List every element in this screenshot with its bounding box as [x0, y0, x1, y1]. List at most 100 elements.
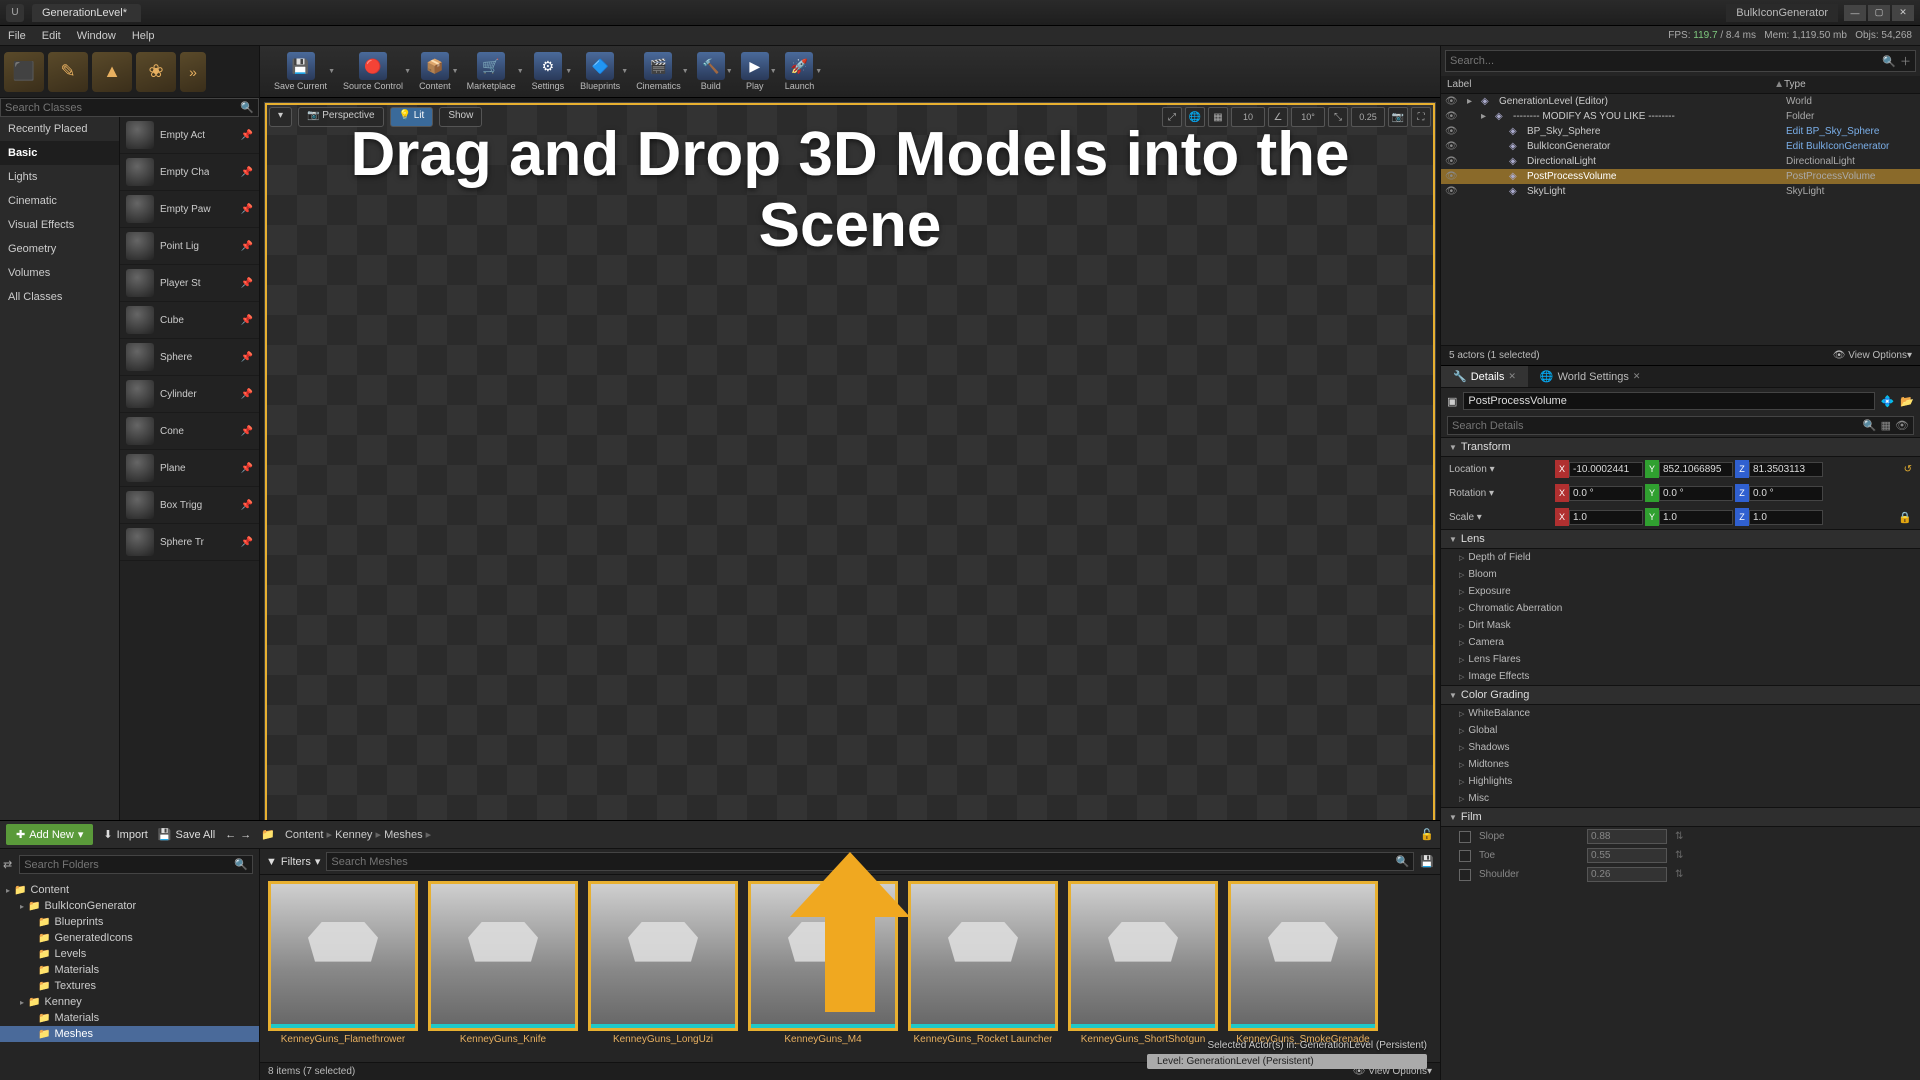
section-color-grading[interactable]: ▼Color Grading: [1441, 685, 1920, 705]
lens-sub-item[interactable]: ▷Image Effects: [1441, 668, 1920, 685]
folder-tree-item[interactable]: 📁 Textures: [0, 978, 259, 994]
visibility-icon[interactable]: 👁: [1445, 126, 1459, 137]
lens-sub-item[interactable]: ▷Exposure: [1441, 583, 1920, 600]
toolbar-save-current[interactable]: 💾Save Current▼: [268, 50, 333, 93]
folder-tree-item[interactable]: 📁 GeneratedIcons: [0, 930, 259, 946]
search-classes[interactable]: 🔍: [0, 98, 259, 117]
project-tab[interactable]: BulkIconGenerator: [1726, 4, 1838, 22]
menu-edit[interactable]: Edit: [42, 30, 61, 42]
visibility-icon[interactable]: 👁: [1445, 141, 1459, 152]
checkbox[interactable]: [1459, 850, 1471, 862]
search-assets-input[interactable]: [331, 856, 1395, 868]
checkbox[interactable]: [1459, 869, 1471, 881]
tab-details[interactable]: 🔧 Details ✕: [1441, 366, 1528, 387]
pin-icon[interactable]: 📌: [241, 537, 253, 548]
details-search[interactable]: 🔍 ▦ 👁: [1447, 416, 1914, 435]
search-folders[interactable]: 🔍: [19, 855, 253, 874]
actor-item[interactable]: Cube📌: [120, 302, 259, 339]
actor-item[interactable]: Player St📌: [120, 265, 259, 302]
lock-icon[interactable]: 🔒: [1898, 511, 1912, 524]
section-film[interactable]: ▼Film: [1441, 807, 1920, 827]
folder-tree-item[interactable]: 📁 Levels: [0, 946, 259, 962]
menu-help[interactable]: Help: [132, 30, 155, 42]
loc-x[interactable]: [1569, 462, 1643, 477]
menu-window[interactable]: Window: [77, 30, 116, 42]
toolbar-blueprints[interactable]: 🔷Blueprints▼: [574, 50, 626, 93]
category-item[interactable]: Recently Placed: [0, 117, 119, 141]
folder-tree-item[interactable]: ▸📁 Kenney: [0, 994, 259, 1010]
nav-fwd-button[interactable]: →: [240, 829, 251, 841]
film-value-input[interactable]: [1587, 867, 1667, 882]
visibility-icon[interactable]: 👁: [1445, 96, 1459, 107]
vp-snap-grid-val[interactable]: 10: [1231, 107, 1265, 127]
matrix-icon[interactable]: ▦: [1881, 419, 1891, 432]
outliner-search-input[interactable]: [1450, 55, 1882, 67]
search-classes-input[interactable]: [5, 102, 240, 114]
vp-snap-angle-icon[interactable]: ∠: [1268, 107, 1288, 127]
category-item[interactable]: Lights: [0, 165, 119, 189]
menu-file[interactable]: File: [8, 30, 26, 42]
cg-sub-item[interactable]: ▷WhiteBalance: [1441, 705, 1920, 722]
loc-y[interactable]: [1659, 462, 1733, 477]
breadcrumb[interactable]: Kenney: [335, 829, 372, 841]
sources-toggle-icon[interactable]: ⇄: [3, 858, 12, 871]
section-transform[interactable]: ▼Transform: [1441, 437, 1920, 457]
scale-z[interactable]: [1749, 510, 1823, 525]
section-lens[interactable]: ▼Lens: [1441, 529, 1920, 549]
vp-snap-scale-icon[interactable]: ⤡: [1328, 107, 1348, 127]
toolbar-marketplace[interactable]: 🛒Marketplace▼: [461, 50, 522, 93]
pin-icon[interactable]: 📌: [241, 500, 253, 511]
toolbar-play[interactable]: ▶Play▼: [735, 50, 775, 93]
toolbar-source-control[interactable]: 🔴Source Control▼: [337, 50, 409, 93]
lens-sub-item[interactable]: ▷Camera: [1441, 634, 1920, 651]
asset-item[interactable]: KenneyGuns_ShortShotgun: [1066, 881, 1220, 1058]
eye-icon[interactable]: 👁: [1895, 419, 1909, 432]
outliner-row[interactable]: 👁◈BulkIconGeneratorEdit BulkIconGenerato…: [1441, 139, 1920, 154]
tab-world-settings[interactable]: 🌐 World Settings ✕: [1528, 366, 1653, 387]
outliner-row[interactable]: 👁▸◈-------- MODIFY AS YOU LIKE --------F…: [1441, 109, 1920, 124]
add-new-button[interactable]: ✚ Add New ▾: [6, 824, 93, 845]
actor-item[interactable]: Point Lig📌: [120, 228, 259, 265]
spinner-icon[interactable]: ⇅: [1675, 850, 1683, 861]
scale-x[interactable]: [1569, 510, 1643, 525]
outliner-row[interactable]: 👁◈BP_Sky_SphereEdit BP_Sky_Sphere: [1441, 124, 1920, 139]
folder-tree-item[interactable]: 📁 Meshes: [0, 1026, 259, 1042]
scale-y[interactable]: [1659, 510, 1733, 525]
cg-sub-item[interactable]: ▷Global: [1441, 722, 1920, 739]
browse-icon[interactable]: 📂: [1900, 395, 1914, 408]
spinner-icon[interactable]: ⇅: [1675, 869, 1683, 880]
cg-sub-item[interactable]: ▷Misc: [1441, 790, 1920, 807]
pin-icon[interactable]: 📌: [241, 241, 253, 252]
actor-item[interactable]: Empty Act📌: [120, 117, 259, 154]
asset-item[interactable]: KenneyGuns_Knife: [426, 881, 580, 1058]
nav-back-button[interactable]: ←: [225, 829, 236, 841]
actor-item[interactable]: Plane📌: [120, 450, 259, 487]
actor-name-field[interactable]: [1463, 392, 1874, 410]
toolbar-content[interactable]: 📦Content▼: [413, 50, 457, 93]
filters-button[interactable]: ▼ Filters ▾: [266, 855, 320, 868]
maximize-button[interactable]: ▢: [1868, 5, 1890, 21]
asset-item[interactable]: KenneyGuns_SmokeGrenade: [1226, 881, 1380, 1058]
landscape-icon[interactable]: ▲: [92, 52, 132, 92]
toolbar-launch[interactable]: 🚀Launch▼: [779, 50, 821, 93]
asset-item[interactable]: KenneyGuns_LongUzi: [586, 881, 740, 1058]
outliner-row[interactable]: 👁◈DirectionalLightDirectionalLight: [1441, 154, 1920, 169]
pin-icon[interactable]: 📌: [241, 426, 253, 437]
cg-sub-item[interactable]: ▷Highlights: [1441, 773, 1920, 790]
asset-item[interactable]: KenneyGuns_M4: [746, 881, 900, 1058]
visibility-icon[interactable]: 👁: [1445, 171, 1459, 182]
search-assets[interactable]: 🔍: [326, 852, 1414, 871]
visibility-icon[interactable]: 👁: [1445, 111, 1459, 122]
vp-snap-scale-val[interactable]: 0.25: [1351, 107, 1385, 127]
category-item[interactable]: Basic: [0, 141, 119, 165]
checkbox[interactable]: [1459, 831, 1471, 843]
search-folders-input[interactable]: [24, 859, 234, 871]
outliner-view-options[interactable]: 👁 View Options▾: [1833, 350, 1912, 361]
asset-item[interactable]: KenneyGuns_Flamethrower: [266, 881, 420, 1058]
vp-snap-grid-icon[interactable]: ▦: [1208, 107, 1228, 127]
visibility-icon[interactable]: 👁: [1445, 156, 1459, 167]
cg-sub-item[interactable]: ▷Midtones: [1441, 756, 1920, 773]
actor-item[interactable]: Empty Paw📌: [120, 191, 259, 228]
lens-sub-item[interactable]: ▷Chromatic Aberration: [1441, 600, 1920, 617]
pin-icon[interactable]: 📌: [241, 352, 253, 363]
